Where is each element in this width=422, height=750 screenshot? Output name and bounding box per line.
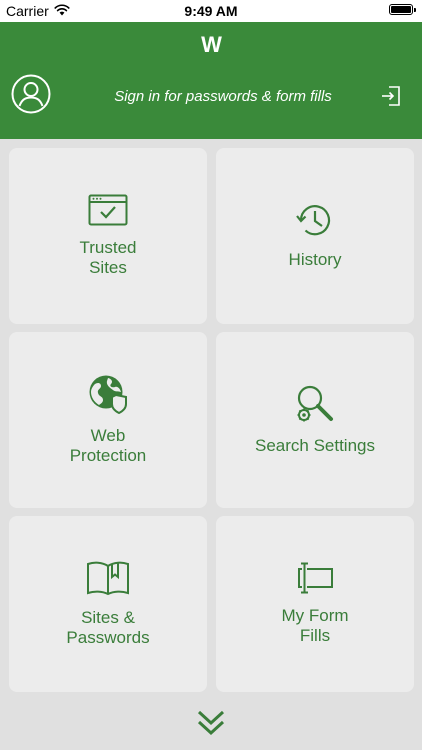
tile-sites-passwords[interactable]: Sites & Passwords bbox=[9, 516, 207, 692]
tile-label: My Form Fills bbox=[281, 606, 349, 645]
avatar-icon[interactable] bbox=[11, 74, 51, 114]
tile-trusted-sites[interactable]: Trusted Sites bbox=[9, 148, 207, 324]
app-logo: W bbox=[201, 32, 222, 57]
tile-my-form-fills[interactable]: My Form Fills bbox=[216, 516, 414, 692]
signin-prompt[interactable]: Sign in for passwords & form fills bbox=[60, 88, 386, 105]
text-field-icon bbox=[295, 562, 335, 594]
tile-web-protection[interactable]: Web Protection bbox=[9, 332, 207, 508]
status-time: 9:49 AM bbox=[184, 3, 238, 19]
show-more-button[interactable] bbox=[0, 708, 422, 742]
feature-grid: Trusted Sites History Web Protection Sea… bbox=[9, 148, 414, 692]
tile-search-settings[interactable]: Search Settings bbox=[216, 332, 414, 508]
tile-label: History bbox=[288, 250, 342, 269]
tile-label: Web Protection bbox=[69, 426, 147, 465]
status-right bbox=[389, 4, 416, 15]
battery-tip bbox=[414, 7, 416, 12]
tile-label: Search Settings bbox=[254, 436, 375, 455]
tile-history[interactable]: History bbox=[216, 148, 414, 324]
tile-label: Trusted Sites bbox=[79, 238, 137, 277]
tile-label: Sites & Passwords bbox=[66, 608, 150, 647]
sign-in-icon[interactable] bbox=[380, 85, 402, 107]
header: W Sign in for passwords & form fills bbox=[0, 22, 422, 139]
history-clock-icon bbox=[296, 202, 334, 238]
globe-shield-icon bbox=[88, 374, 128, 414]
browser-check-icon bbox=[88, 194, 128, 226]
double-chevron-down-icon bbox=[196, 708, 226, 742]
search-gear-icon bbox=[295, 384, 335, 424]
battery-icon bbox=[389, 4, 413, 15]
book-bookmark-icon bbox=[86, 560, 130, 596]
status-bar: Carrier 9:49 AM bbox=[0, 0, 422, 22]
